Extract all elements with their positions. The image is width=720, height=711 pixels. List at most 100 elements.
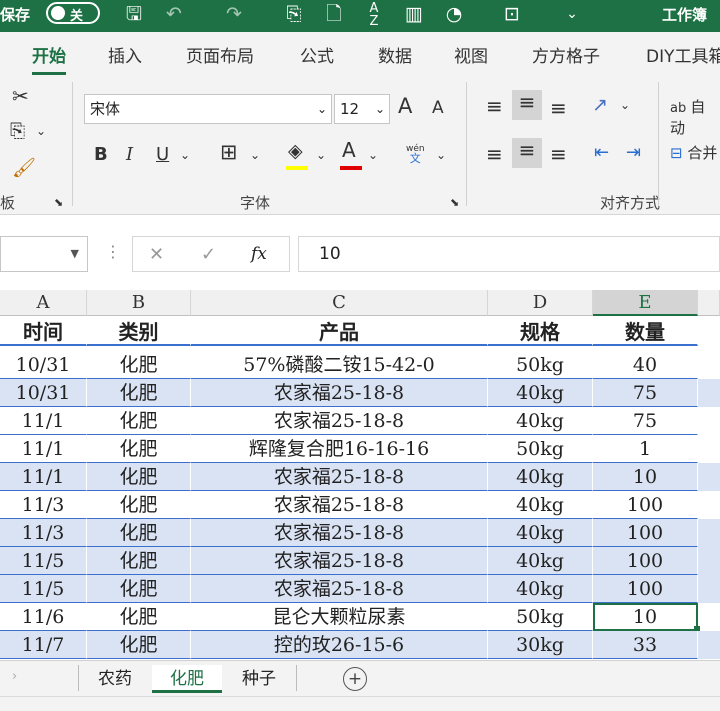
column-header-f[interactable] bbox=[698, 290, 720, 316]
tab-formulas[interactable]: 公式 bbox=[300, 42, 334, 67]
align-left-icon[interactable]: ≡ bbox=[486, 142, 503, 166]
cell-time[interactable]: 11/1 bbox=[0, 463, 87, 491]
cell-product[interactable]: 农家福25-18-8 bbox=[191, 407, 488, 435]
caret-down-icon[interactable]: ▼ bbox=[71, 240, 79, 268]
font-launcher-icon[interactable]: ⬊ bbox=[450, 196, 459, 209]
autosave-toggle[interactable]: 关 bbox=[46, 2, 100, 24]
format-painter-icon[interactable]: 🖌 bbox=[12, 156, 36, 179]
sort-az-icon[interactable]: AZ bbox=[362, 2, 386, 28]
cell-category[interactable]: 化肥 bbox=[87, 407, 191, 435]
cell-product[interactable]: 57%磷酸二铵15-42-0 bbox=[191, 351, 488, 379]
chevron-down-icon[interactable]: ⌄ bbox=[368, 148, 378, 162]
vertical-dots-icon[interactable]: ⋮ bbox=[105, 242, 121, 261]
name-box[interactable]: ▼ bbox=[0, 236, 88, 272]
cell-quantity[interactable]: 100 bbox=[593, 519, 698, 547]
scroll-tabs-icon[interactable]: › bbox=[12, 669, 17, 684]
cell-spec[interactable]: 40kg bbox=[488, 407, 593, 435]
cell-quantity[interactable]: 1 bbox=[593, 435, 698, 463]
cell-time[interactable]: 11/6 bbox=[0, 603, 87, 631]
font-size-box[interactable]: 12 ⌄ bbox=[334, 94, 390, 124]
undo-icon[interactable]: ↶ bbox=[162, 2, 186, 26]
column-header-b[interactable]: B bbox=[87, 290, 191, 316]
chevron-down-icon[interactable]: ⌄ bbox=[250, 148, 260, 162]
insert-function-button[interactable]: fx bbox=[251, 240, 267, 268]
wrap-text-button[interactable]: ab 自动 bbox=[670, 96, 720, 138]
add-sheet-button[interactable]: + bbox=[343, 667, 367, 691]
tab-page-layout[interactable]: 页面布局 bbox=[186, 42, 254, 67]
align-right-icon[interactable]: ≡ bbox=[550, 142, 567, 166]
cell-category[interactable]: 化肥 bbox=[87, 435, 191, 463]
chevron-down-icon[interactable]: ⌄ bbox=[180, 148, 190, 162]
cell-product[interactable]: 农家福25-18-8 bbox=[191, 379, 488, 407]
cell-time[interactable]: 11/3 bbox=[0, 519, 87, 547]
sheet-tab-fertilizer[interactable]: 化肥 bbox=[152, 665, 222, 693]
merge-button[interactable]: ⊟ 合并 bbox=[670, 142, 717, 163]
cell-time[interactable]: 11/5 bbox=[0, 547, 87, 575]
active-cell[interactable]: 10 bbox=[593, 603, 698, 631]
cell-time[interactable]: 11/3 bbox=[0, 491, 87, 519]
cell-category[interactable]: 化肥 bbox=[87, 351, 191, 379]
chevron-down-icon[interactable]: ⌄ bbox=[316, 148, 326, 162]
formula-input[interactable]: 10 bbox=[298, 236, 720, 272]
cell-quantity[interactable]: 75 bbox=[593, 407, 698, 435]
cell-spec[interactable]: 40kg bbox=[488, 519, 593, 547]
align-bottom-icon[interactable]: ≡ bbox=[550, 96, 567, 120]
cell-product[interactable]: 昆仑大颗粒尿素 bbox=[191, 603, 488, 631]
tab-insert[interactable]: 插入 bbox=[108, 42, 142, 67]
header-cell-product[interactable]: 产品 bbox=[191, 318, 488, 346]
tab-home[interactable]: 开始 bbox=[32, 42, 66, 75]
column-header-d[interactable]: D bbox=[488, 290, 593, 316]
chevron-down-icon[interactable]: ⌄ bbox=[436, 148, 446, 162]
cell-product[interactable]: 农家福25-18-8 bbox=[191, 519, 488, 547]
cell-spec[interactable]: 50kg bbox=[488, 603, 593, 631]
cell-category[interactable]: 化肥 bbox=[87, 463, 191, 491]
tab-diy-tools[interactable]: DIY工具箱 bbox=[646, 42, 720, 67]
cut-icon[interactable]: ✂ bbox=[12, 84, 29, 108]
redo-icon[interactable]: ↷ bbox=[222, 2, 246, 26]
align-top-icon[interactable]: ≡ bbox=[486, 94, 503, 118]
tab-fangfang[interactable]: 方方格子 bbox=[532, 42, 600, 67]
copy-dropdown-icon[interactable]: ⌄ bbox=[36, 124, 46, 138]
cell-quantity[interactable]: 100 bbox=[593, 547, 698, 575]
cell-spec[interactable]: 40kg bbox=[488, 575, 593, 603]
font-name-box[interactable]: 宋体 ⌄ bbox=[84, 94, 332, 124]
header-cell-spec[interactable]: 规格 bbox=[488, 318, 593, 346]
orientation-icon[interactable]: ↗ bbox=[592, 94, 608, 116]
cell-quantity[interactable]: 40 bbox=[593, 351, 698, 379]
copy-icon[interactable]: ⎘ bbox=[10, 120, 25, 142]
cell-spec[interactable]: 40kg bbox=[488, 463, 593, 491]
cell-spec[interactable]: 50kg bbox=[488, 435, 593, 463]
borders-icon[interactable]: ⊞ bbox=[220, 140, 238, 164]
font-color-button[interactable]: A bbox=[342, 138, 356, 162]
align-middle-icon[interactable]: ≡ bbox=[512, 90, 542, 120]
cell-quantity[interactable]: 100 bbox=[593, 575, 698, 603]
cell-spec[interactable]: 40kg bbox=[488, 547, 593, 575]
cell-product[interactable]: 农家福25-18-8 bbox=[191, 575, 488, 603]
sheet-tab-seeds[interactable]: 种子 bbox=[226, 665, 292, 693]
chevron-down-icon[interactable]: ⌄ bbox=[317, 95, 327, 123]
cell-product[interactable]: 控的玫26-15-6 bbox=[191, 631, 488, 659]
shrink-font-button[interactable]: A bbox=[432, 98, 444, 118]
cell-category[interactable]: 化肥 bbox=[87, 491, 191, 519]
cell-spec[interactable]: 50kg bbox=[488, 351, 593, 379]
more-icon[interactable]: ⌄ bbox=[560, 2, 584, 26]
cell-spec[interactable]: 40kg bbox=[488, 379, 593, 407]
cell-time[interactable]: 11/1 bbox=[0, 407, 87, 435]
cell-quantity[interactable]: 100 bbox=[593, 491, 698, 519]
column-header-e[interactable]: E bbox=[593, 290, 698, 316]
header-cell-category[interactable]: 类别 bbox=[87, 318, 191, 346]
form-icon[interactable]: ⎘ bbox=[282, 2, 306, 26]
cell-category[interactable]: 化肥 bbox=[87, 519, 191, 547]
column-header-c[interactable]: C bbox=[191, 290, 488, 316]
save-icon[interactable]: 🖫 bbox=[122, 2, 146, 26]
cell-time[interactable]: 11/5 bbox=[0, 575, 87, 603]
cancel-icon[interactable]: ✕ bbox=[149, 241, 164, 269]
sheet-tab-pesticide[interactable]: 农药 bbox=[82, 665, 148, 693]
cell-quantity[interactable]: 75 bbox=[593, 379, 698, 407]
cell-product[interactable]: 农家福25-18-8 bbox=[191, 463, 488, 491]
shapes-icon[interactable]: ◔ bbox=[442, 2, 466, 26]
italic-button[interactable]: I bbox=[126, 144, 133, 165]
cell-category[interactable]: 化肥 bbox=[87, 575, 191, 603]
cell-category[interactable]: 化肥 bbox=[87, 379, 191, 407]
grow-font-button[interactable]: A bbox=[398, 94, 412, 118]
